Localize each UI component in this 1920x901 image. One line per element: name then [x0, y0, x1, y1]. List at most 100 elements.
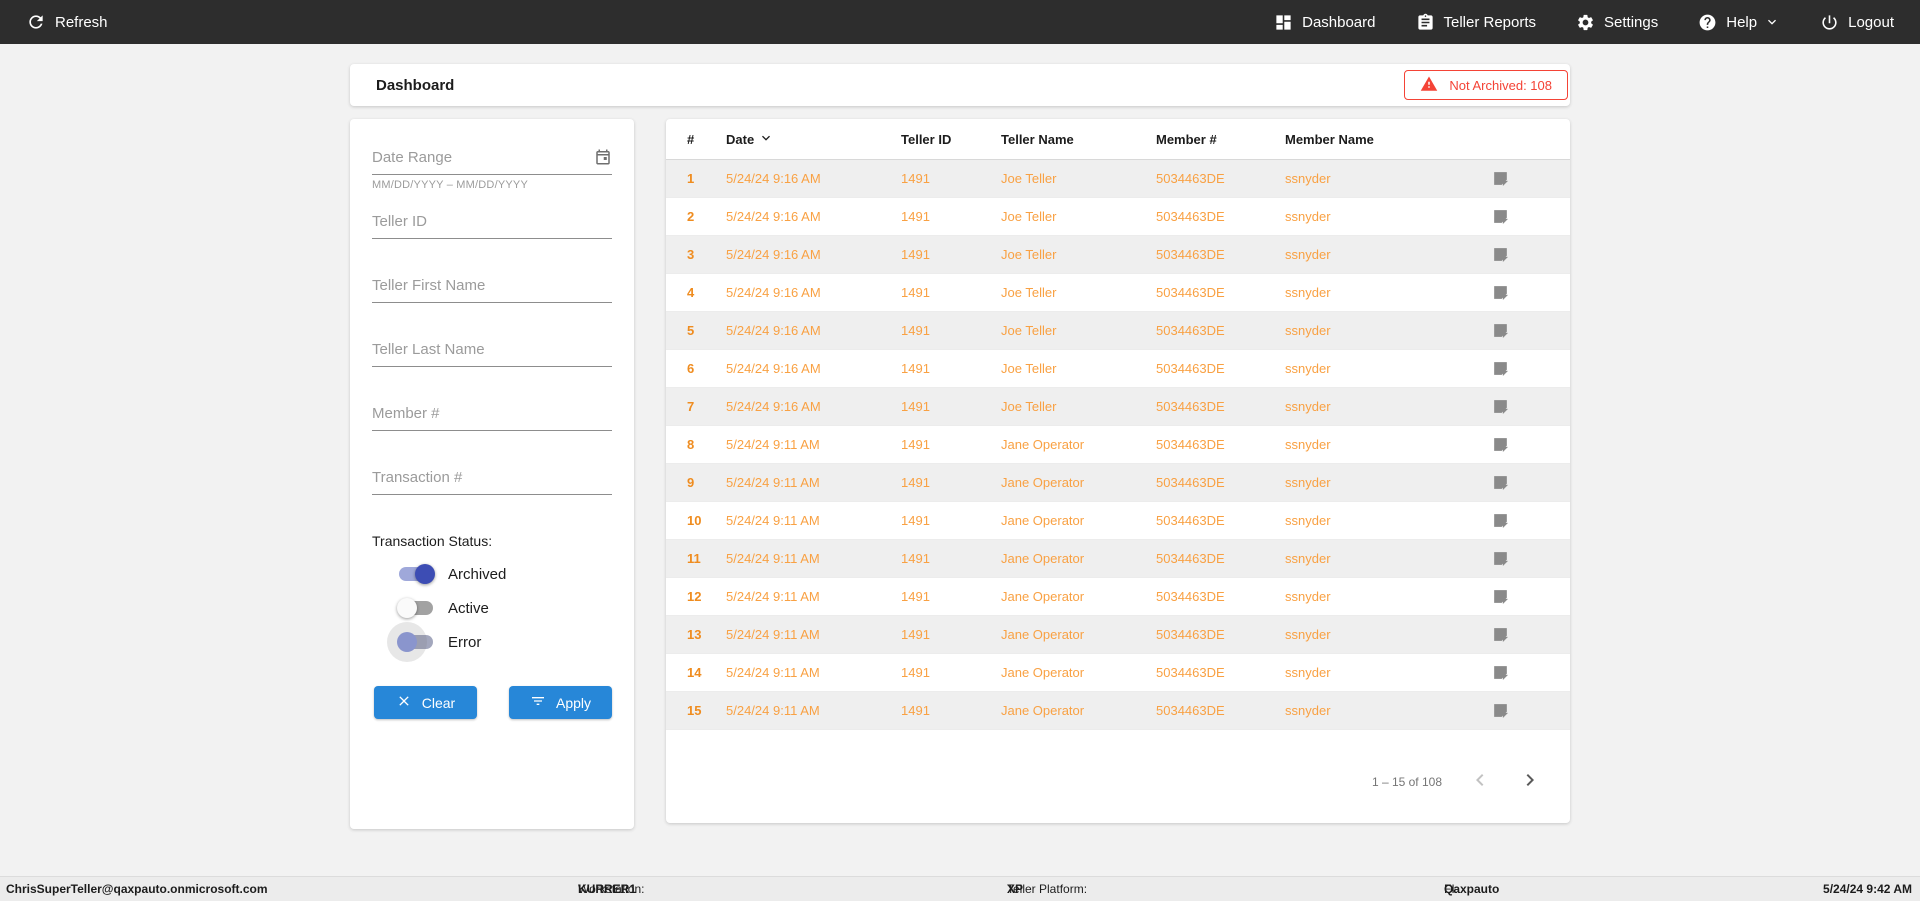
- toggle-row-active: Active: [397, 591, 612, 625]
- column-header-number[interactable]: #: [687, 132, 726, 147]
- teller-last-name-input[interactable]: [372, 341, 612, 367]
- table-row[interactable]: 2 5/24/24 9:16 AM 1491 Joe Teller 503446…: [666, 198, 1570, 236]
- refresh-label: Refresh: [55, 13, 108, 31]
- row-number: 8: [687, 437, 695, 452]
- cell-teller-id: 1491: [901, 627, 930, 642]
- row-number: 3: [687, 247, 695, 262]
- column-header-member-name[interactable]: Member Name: [1285, 132, 1491, 147]
- member-number-input[interactable]: [372, 405, 612, 431]
- workstation-info: Workstation: KURRER1: [578, 882, 645, 896]
- cell-member-name: ssnyder: [1285, 589, 1331, 604]
- nav-teller-reports[interactable]: Teller Reports: [1416, 13, 1537, 32]
- table-header-row: # Date Teller ID Teller Name Member # Me…: [666, 119, 1570, 160]
- note-icon[interactable]: [1491, 359, 1570, 378]
- nav-help[interactable]: Help: [1698, 13, 1780, 32]
- table-row[interactable]: 11 5/24/24 9:11 AM 1491 Jane Operator 50…: [666, 540, 1570, 578]
- cell-teller-id: 1491: [901, 399, 930, 414]
- top-navbar: Refresh Dashboard Teller Reports Setting…: [0, 0, 1920, 44]
- table-row[interactable]: 6 5/24/24 9:16 AM 1491 Joe Teller 503446…: [666, 350, 1570, 388]
- note-icon[interactable]: [1491, 701, 1570, 720]
- cell-teller-name: Joe Teller: [1001, 171, 1057, 186]
- transaction-number-input[interactable]: [372, 469, 612, 495]
- teller-last-name-field: [372, 341, 612, 367]
- table-row[interactable]: 13 5/24/24 9:11 AM 1491 Jane Operator 50…: [666, 616, 1570, 654]
- cell-member-number: 5034463DE: [1156, 437, 1225, 452]
- close-icon: [396, 693, 412, 712]
- calendar-icon[interactable]: [594, 148, 612, 171]
- cell-date: 5/24/24 9:11 AM: [726, 551, 820, 566]
- pagination-range-label: 1 – 15 of 108: [1371, 774, 1442, 789]
- nav-settings[interactable]: Settings: [1576, 13, 1658, 32]
- row-number: 11: [687, 551, 701, 566]
- error-toggle[interactable]: [397, 632, 433, 652]
- table-row[interactable]: 8 5/24/24 9:11 AM 1491 Jane Operator 503…: [666, 426, 1570, 464]
- note-icon[interactable]: [1491, 625, 1570, 644]
- next-page-button[interactable]: [1518, 768, 1542, 795]
- archived-toggle[interactable]: [399, 564, 435, 584]
- note-icon[interactable]: [1491, 587, 1570, 606]
- nav-teller-reports-label: Teller Reports: [1443, 13, 1537, 31]
- column-header-member-number[interactable]: Member #: [1156, 132, 1285, 147]
- table-row[interactable]: 1 5/24/24 9:16 AM 1491 Joe Teller 503446…: [666, 160, 1570, 198]
- cell-date: 5/24/24 9:11 AM: [726, 665, 820, 680]
- nav-logout-label: Logout: [1848, 13, 1894, 31]
- table-row[interactable]: 10 5/24/24 9:11 AM 1491 Jane Operator 50…: [666, 502, 1570, 540]
- note-icon[interactable]: [1491, 663, 1570, 682]
- note-icon[interactable]: [1491, 511, 1570, 530]
- active-toggle[interactable]: [397, 598, 433, 618]
- table-row[interactable]: 15 5/24/24 9:11 AM 1491 Jane Operator 50…: [666, 692, 1570, 730]
- note-icon[interactable]: [1491, 549, 1570, 568]
- table-row[interactable]: 9 5/24/24 9:11 AM 1491 Jane Operator 503…: [666, 464, 1570, 502]
- note-icon[interactable]: [1491, 283, 1570, 302]
- cell-member-name: ssnyder: [1285, 247, 1331, 262]
- apply-button[interactable]: Apply: [509, 686, 612, 719]
- help-icon: [1698, 13, 1717, 32]
- note-icon[interactable]: [1491, 321, 1570, 340]
- teller-platform-info: Teller Platform: XP: [1007, 882, 1088, 896]
- cell-teller-id: 1491: [901, 703, 930, 718]
- table-row[interactable]: 12 5/24/24 9:11 AM 1491 Jane Operator 50…: [666, 578, 1570, 616]
- cell-teller-name: Jane Operator: [1001, 437, 1085, 452]
- cell-teller-name: Jane Operator: [1001, 665, 1085, 680]
- table-row[interactable]: 7 5/24/24 9:16 AM 1491 Joe Teller 503446…: [666, 388, 1570, 426]
- previous-page-button[interactable]: [1468, 768, 1492, 795]
- nav-help-label: Help: [1726, 13, 1758, 31]
- teller-first-name-input[interactable]: [372, 277, 612, 303]
- nav-logout[interactable]: Logout: [1820, 13, 1894, 32]
- toggle-row-archived: Archived: [399, 557, 612, 591]
- column-header-date[interactable]: Date: [726, 130, 901, 149]
- date-range-input[interactable]: [372, 149, 612, 175]
- refresh-button[interactable]: Refresh: [26, 12, 108, 32]
- user-email: ChrisSuperTeller@qaxpauto.onmicrosoft.co…: [6, 882, 268, 896]
- table-row[interactable]: 14 5/24/24 9:11 AM 1491 Jane Operator 50…: [666, 654, 1570, 692]
- cell-member-number: 5034463DE: [1156, 475, 1225, 490]
- page-title: Dashboard: [376, 76, 455, 94]
- cell-teller-name: Joe Teller: [1001, 399, 1057, 414]
- cell-member-name: ssnyder: [1285, 437, 1331, 452]
- teller-id-input[interactable]: [372, 213, 612, 239]
- note-icon[interactable]: [1491, 207, 1570, 226]
- cell-member-number: 5034463DE: [1156, 399, 1225, 414]
- nav-dashboard[interactable]: Dashboard: [1274, 13, 1376, 32]
- table-row[interactable]: 4 5/24/24 9:16 AM 1491 Joe Teller 503446…: [666, 274, 1570, 312]
- table-row[interactable]: 5 5/24/24 9:16 AM 1491 Joe Teller 503446…: [666, 312, 1570, 350]
- cell-teller-id: 1491: [901, 247, 930, 262]
- column-header-teller-id[interactable]: Teller ID: [901, 132, 1001, 147]
- table-row[interactable]: 3 5/24/24 9:16 AM 1491 Joe Teller 503446…: [666, 236, 1570, 274]
- row-number: 1: [687, 171, 695, 186]
- cell-teller-id: 1491: [901, 665, 930, 680]
- row-number: 2: [687, 209, 695, 224]
- cell-teller-name: Joe Teller: [1001, 323, 1057, 338]
- clear-button[interactable]: Clear: [374, 686, 477, 719]
- note-icon[interactable]: [1491, 473, 1570, 492]
- row-number: 9: [687, 475, 695, 490]
- column-header-teller-name[interactable]: Teller Name: [1001, 132, 1156, 147]
- note-icon[interactable]: [1491, 397, 1570, 416]
- cell-teller-id: 1491: [901, 323, 930, 338]
- note-icon[interactable]: [1491, 169, 1570, 188]
- cell-member-number: 5034463DE: [1156, 247, 1225, 262]
- note-icon[interactable]: [1491, 435, 1570, 454]
- refresh-icon: [26, 12, 46, 32]
- not-archived-badge[interactable]: Not Archived: 108: [1404, 70, 1568, 100]
- note-icon[interactable]: [1491, 245, 1570, 264]
